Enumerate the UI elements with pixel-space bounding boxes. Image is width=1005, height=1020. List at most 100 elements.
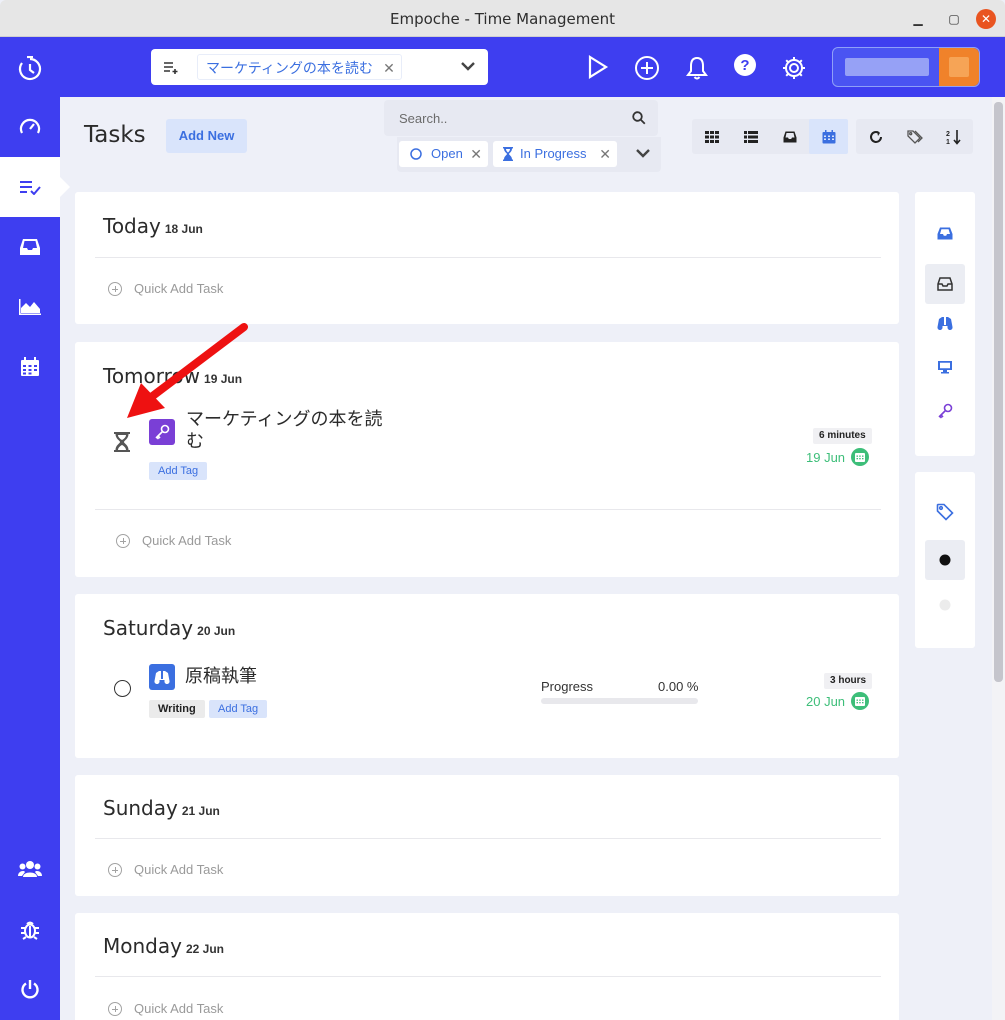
plus-circle-icon [108,281,122,296]
add-tag-button[interactable]: Add Tag [149,462,208,480]
quick-add-task[interactable]: Quick Add Task [108,281,223,296]
quick-add-label: Quick Add Task [142,533,232,548]
task-title[interactable]: マーケティングの本を読 む [186,409,383,453]
view-switcher [692,119,848,154]
calendar-view-button[interactable] [809,119,848,154]
quick-add-task[interactable]: Quick Add Task [108,862,223,877]
sidebar-item-calendar[interactable] [0,337,60,397]
divider [95,257,881,258]
speedometer-icon [19,117,41,137]
hourglass-icon [503,147,513,161]
day-label: Monday [103,934,182,958]
scrollbar[interactable] [992,97,1005,1020]
gear-icon[interactable] [781,55,807,81]
task-list-icon [19,179,41,195]
inbox-filled-icon [937,227,953,240]
filter-chip-in-progress[interactable]: In Progress ✕ [493,141,617,167]
current-task-chip[interactable]: マーケティングの本を読む ✕ [197,54,402,80]
tag-icon [936,503,954,521]
page-title: Tasks [84,122,146,148]
status-open-icon[interactable] [114,680,131,697]
divider [95,509,881,510]
tags-filter-button[interactable] [895,119,934,154]
inbox-view-button[interactable] [770,119,809,154]
search-icon[interactable] [632,111,646,125]
svg-text:?: ? [740,57,749,74]
quick-add-label: Quick Add Task [134,862,224,877]
user-menu[interactable] [832,47,980,87]
tag-filter-dark[interactable] [925,540,965,580]
day-card-sunday: Sunday 21 Jun Quick Add Task [75,775,899,896]
app-logo-icon[interactable] [17,56,43,82]
filter-chip-open[interactable]: Open ✕ [399,141,488,167]
remove-filter-open-icon[interactable]: ✕ [470,141,482,167]
quick-add-label: Quick Add Task [134,1001,224,1016]
day-heading: Sunday 21 Jun [103,796,220,820]
inbox-icon [937,277,953,291]
project-filter-key[interactable] [925,391,965,431]
sidebar-item-logout[interactable] [0,959,60,1019]
task-list-icon [163,60,179,74]
status-in-progress-icon[interactable] [114,432,130,452]
help-icon[interactable]: ? [733,53,757,77]
plus-circle-icon[interactable] [634,55,660,81]
task-title-line2: む [186,431,204,452]
tag-writing[interactable]: Writing [149,700,205,718]
binoculars-icon [937,315,953,331]
task-title[interactable]: 原稿執筆 [185,666,257,688]
scrollbar-thumb[interactable] [994,102,1003,682]
refresh-button[interactable] [856,119,895,154]
divider [95,838,881,839]
monitor-icon [937,360,953,374]
sidebar-item-bugs[interactable] [0,899,60,959]
chevron-down-icon[interactable] [460,60,476,72]
quick-add-task[interactable]: Quick Add Task [108,1001,223,1016]
project-filter-inbox-filled[interactable] [925,213,965,253]
add-tag-button[interactable]: Add Tag [209,700,268,718]
due-date[interactable]: 20 Jun [806,692,870,710]
bell-icon[interactable] [685,55,709,81]
users-icon [18,860,42,878]
current-task-select[interactable]: マーケティングの本を読む ✕ [151,49,488,85]
project-filter-inbox[interactable] [925,264,965,304]
remove-filter-in-progress-icon[interactable]: ✕ [599,141,611,167]
maximize-button[interactable]: ▢ [944,9,964,29]
tag-filter-light[interactable] [925,585,965,625]
sidebar-item-tasks[interactable] [0,157,70,217]
sidebar-item-dashboard[interactable] [0,97,60,157]
chevron-down-icon[interactable] [635,147,651,159]
duration-badge: 3 hours [824,673,873,689]
close-button[interactable]: ✕ [976,9,996,29]
sort-button[interactable]: 21 [934,119,973,154]
project-filter-binoculars[interactable] [925,303,965,343]
grid-view-button[interactable] [692,119,731,154]
circle-icon [410,148,422,160]
duration-badge: 6 minutes [813,428,872,444]
sidebar-item-team[interactable] [0,839,60,899]
search-input[interactable]: Search.. [384,100,658,136]
calendar-icon [851,448,870,466]
key-icon [937,403,953,419]
play-icon[interactable] [586,54,610,80]
minimize-button[interactable]: ▁ [908,9,928,29]
svg-text:1: 1 [946,139,950,145]
binoculars-icon [154,669,170,685]
quick-add-task[interactable]: Quick Add Task [116,533,231,548]
sidebar-item-reports[interactable] [0,277,60,337]
project-filter-monitor[interactable] [925,347,965,387]
avatar [939,48,979,86]
day-label: Saturday [103,616,194,640]
day-heading: Monday 22 Jun [103,934,224,958]
add-new-button[interactable]: Add New [166,119,247,153]
area-chart-icon [18,298,42,316]
user-name-redacted [845,58,929,76]
sidebar-item-inbox[interactable] [0,217,60,277]
due-date[interactable]: 19 Jun [806,448,870,466]
day-card-tomorrow: Tomorrow 19 Jun マーケティングの本を読 む Add Tag 6 m… [75,342,899,577]
list-view-button[interactable] [731,119,770,154]
dot-icon [939,554,951,566]
tag-filter-all[interactable] [925,492,965,532]
remove-current-task-icon[interactable]: ✕ [383,55,395,81]
day-heading: Saturday 20 Jun [103,616,235,640]
svg-text:2: 2 [946,131,950,138]
